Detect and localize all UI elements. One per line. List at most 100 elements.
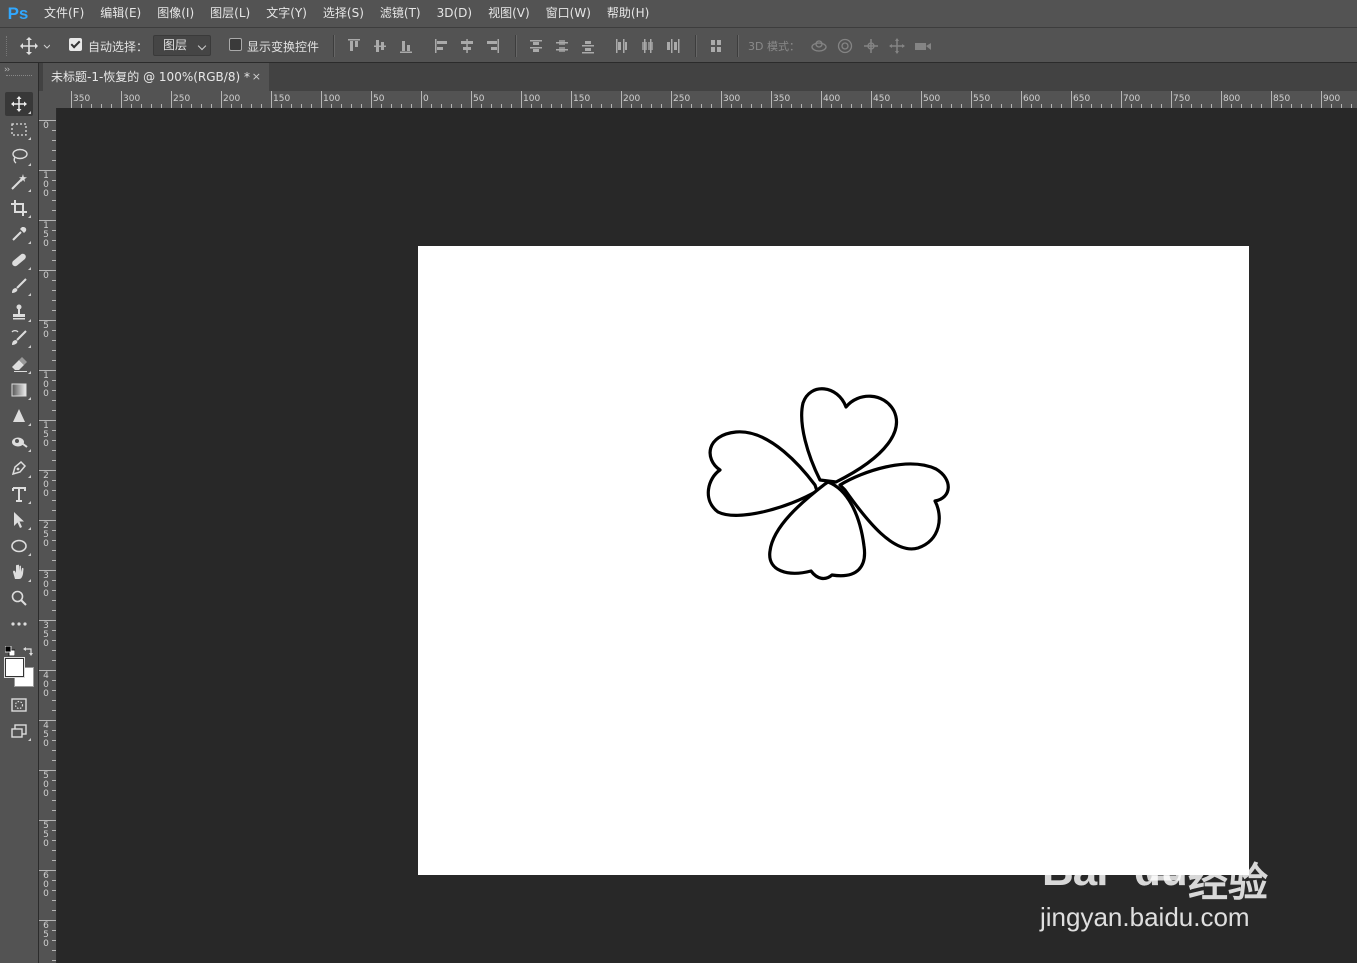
dodge-tool-button[interactable] bbox=[5, 430, 33, 454]
3d-slide-icon[interactable] bbox=[888, 38, 906, 54]
ruler-tick bbox=[471, 91, 472, 108]
align-horizontal-centers-icon[interactable] bbox=[460, 38, 474, 54]
move-tool-button[interactable] bbox=[5, 92, 33, 116]
ruler-label: 900 bbox=[1323, 94, 1341, 104]
menu-item-1[interactable]: 编辑(E) bbox=[92, 0, 149, 27]
marquee-tool-button[interactable] bbox=[5, 118, 33, 142]
ruler-label: 0 bbox=[43, 121, 49, 131]
align-bottom-edges-icon[interactable] bbox=[399, 38, 413, 54]
distribute-top-icon[interactable] bbox=[529, 38, 543, 54]
eraser-tool-button[interactable] bbox=[5, 352, 33, 376]
menu-item-9[interactable]: 窗口(W) bbox=[538, 0, 599, 27]
3d-orbit-icon[interactable] bbox=[810, 38, 828, 54]
crop-tool-button[interactable] bbox=[5, 196, 33, 220]
blur-tool-button[interactable] bbox=[5, 404, 33, 428]
distribute-bottom-icon[interactable] bbox=[581, 38, 595, 54]
ruler-tick bbox=[52, 130, 56, 131]
hand-tool-button[interactable] bbox=[5, 560, 33, 584]
distribute-vertical-centers-icon[interactable] bbox=[555, 38, 569, 54]
zoom-tool-button[interactable] bbox=[5, 586, 33, 610]
brush-tool-button[interactable] bbox=[5, 274, 33, 298]
eyedropper-tool-button[interactable] bbox=[5, 222, 33, 246]
ruler-label: 250 bbox=[673, 94, 691, 104]
ruler-tick bbox=[52, 480, 56, 481]
align-left-edges-icon[interactable] bbox=[434, 38, 448, 54]
menu-item-6[interactable]: 滤镜(T) bbox=[372, 0, 429, 27]
menu-item-5[interactable]: 选择(S) bbox=[315, 0, 372, 27]
ruler-tick bbox=[52, 200, 56, 201]
foreground-color-swatch[interactable] bbox=[4, 657, 25, 678]
ellipse-icon bbox=[11, 539, 27, 553]
ruler-tick bbox=[52, 150, 56, 151]
screen-mode-button[interactable] bbox=[5, 719, 33, 743]
default-colors-icon[interactable] bbox=[4, 641, 16, 657]
ruler-label: 0 bbox=[423, 94, 429, 104]
ruler-tick bbox=[52, 360, 56, 361]
ruler-tick bbox=[39, 220, 56, 221]
close-icon[interactable]: × bbox=[252, 63, 261, 91]
ruler-label: 150 bbox=[43, 221, 49, 249]
healing-brush-tool-button[interactable] bbox=[5, 248, 33, 272]
auto-select-checkbox[interactable] bbox=[69, 38, 82, 51]
menu-item-4[interactable]: 文字(Y) bbox=[258, 0, 315, 27]
ruler-label: 650 bbox=[43, 921, 49, 949]
ruler-label: 350 bbox=[43, 621, 49, 649]
align-right-edges-icon[interactable] bbox=[486, 38, 500, 54]
type-tool-button[interactable] bbox=[5, 482, 33, 506]
menu-item-10[interactable]: 帮助(H) bbox=[599, 0, 657, 27]
document-tab[interactable]: 未标题-1-恢复的 @ 100%(RGB/8) * × bbox=[43, 63, 269, 91]
divider bbox=[737, 35, 739, 57]
ruler-label: 450 bbox=[43, 721, 49, 749]
document-canvas[interactable] bbox=[418, 246, 1249, 875]
panel-grip[interactable] bbox=[6, 75, 32, 78]
ruler-label: 300 bbox=[123, 94, 141, 104]
swap-colors-icon[interactable] bbox=[22, 641, 34, 656]
panel-collapse-icon[interactable]: ›› bbox=[4, 65, 10, 75]
ruler-tick bbox=[771, 91, 772, 108]
gradient-tool-button[interactable] bbox=[5, 378, 33, 402]
ruler-origin[interactable] bbox=[39, 91, 57, 109]
ruler-tick bbox=[52, 140, 56, 141]
menu-item-7[interactable]: 3D(D) bbox=[429, 0, 480, 27]
ruler-label: 50 bbox=[43, 321, 49, 340]
path-selection-tool-button[interactable] bbox=[5, 508, 33, 532]
move-tool-preset-icon[interactable] bbox=[20, 36, 51, 56]
edit-toolbar-button[interactable] bbox=[5, 612, 33, 636]
options-grip[interactable] bbox=[6, 36, 9, 56]
ruler-tick bbox=[671, 91, 672, 108]
lasso-tool-button[interactable] bbox=[5, 144, 33, 168]
ruler-label: 800 bbox=[1223, 94, 1241, 104]
distribute-right-icon[interactable] bbox=[666, 38, 680, 54]
menu-item-3[interactable]: 图层(L) bbox=[202, 0, 258, 27]
align-vertical-centers-icon[interactable] bbox=[373, 38, 387, 54]
ruler-tick bbox=[821, 91, 822, 108]
align-top-edges-icon[interactable] bbox=[347, 38, 361, 54]
auto-align-layers-icon[interactable] bbox=[709, 38, 723, 54]
magic-wand-tool-button[interactable] bbox=[5, 170, 33, 194]
3d-pan-icon[interactable] bbox=[862, 38, 880, 54]
type-icon bbox=[12, 487, 26, 502]
auto-select-target-dropdown[interactable]: 图层 bbox=[153, 35, 211, 56]
vertical-ruler[interactable]: 0 100 150 0 50 100 150 200 250 300 350 400 450 500 550… bbox=[39, 108, 57, 963]
clone-stamp-tool-button[interactable] bbox=[5, 300, 33, 324]
ruler-tick bbox=[52, 380, 56, 381]
ruler-tick bbox=[52, 180, 56, 181]
menu-bar: Ps 文件(F) 编辑(E) 图像(I) 图层(L) 文字(Y) 选择(S) 滤镜(T) 3D… bbox=[0, 0, 1357, 27]
distribute-horizontal-centers-icon[interactable] bbox=[640, 38, 654, 54]
ellipse-tool-button[interactable] bbox=[5, 534, 33, 558]
bandage-icon bbox=[12, 253, 26, 267]
3d-scale-camera-icon[interactable] bbox=[914, 38, 932, 54]
ruler-tick bbox=[52, 860, 56, 861]
blur-drop-icon bbox=[13, 409, 25, 422]
menu-item-2[interactable]: 图像(I) bbox=[149, 0, 202, 27]
menu-item-0[interactable]: 文件(F) bbox=[36, 0, 92, 27]
menu-item-8[interactable]: 视图(V) bbox=[480, 0, 538, 27]
3d-roll-icon[interactable] bbox=[836, 38, 854, 54]
pen-tool-button[interactable] bbox=[5, 456, 33, 480]
quick-mask-button[interactable] bbox=[5, 693, 33, 717]
watermark-brand: Bai bbox=[1042, 846, 1108, 895]
horizontal-ruler[interactable]: 350 300 250 200 150 100 50 0 50 100 150 200 250 300 35… bbox=[57, 91, 1357, 109]
history-brush-tool-button[interactable] bbox=[5, 326, 33, 350]
show-transform-checkbox[interactable] bbox=[229, 38, 242, 51]
distribute-left-icon[interactable] bbox=[614, 38, 628, 54]
